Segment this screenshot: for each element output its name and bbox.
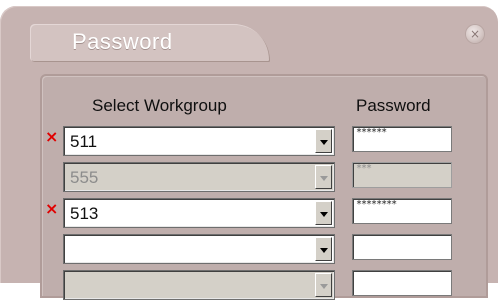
- password-field: ***: [352, 162, 452, 188]
- workgroup-row: [0, 270, 502, 300]
- close-button[interactable]: ×: [466, 25, 484, 43]
- password-mask: ******: [356, 127, 387, 138]
- dialog-title: Password: [72, 29, 173, 54]
- dropdown-arrow-icon[interactable]: [315, 273, 332, 297]
- workgroup-select[interactable]: [63, 270, 335, 300]
- dropdown-arrow-icon[interactable]: [315, 129, 332, 153]
- workgroup-row: × 511 ******: [0, 126, 502, 156]
- workgroup-select[interactable]: 511: [63, 126, 335, 156]
- workgroup-row: 555 ***: [0, 162, 502, 192]
- password-mask: ***: [356, 163, 372, 174]
- password-field[interactable]: [352, 270, 452, 296]
- password-field[interactable]: [352, 234, 452, 260]
- error-x-icon: [45, 274, 59, 288]
- password-header: Password: [356, 96, 431, 115]
- workgroup-select[interactable]: [63, 234, 335, 264]
- workgroup-value: 511: [70, 132, 98, 151]
- password-field[interactable]: ******: [352, 126, 452, 152]
- dropdown-arrow-icon: [315, 165, 332, 189]
- select-workgroup-header: Select Workgroup: [92, 96, 227, 115]
- close-icon: ×: [469, 27, 481, 41]
- password-mask: ********: [356, 199, 397, 210]
- workgroup-select[interactable]: 513: [63, 198, 335, 228]
- workgroup-row: [0, 234, 502, 264]
- dropdown-arrow-icon[interactable]: [315, 201, 332, 225]
- password-field[interactable]: ********: [352, 198, 452, 224]
- error-x-icon: [45, 238, 59, 252]
- workgroup-value: 513: [70, 204, 99, 223]
- workgroup-row: × 513 ********: [0, 198, 502, 228]
- error-x-icon: [45, 166, 59, 180]
- workgroup-value: 555: [70, 168, 99, 187]
- dropdown-arrow-icon[interactable]: [315, 237, 332, 261]
- error-x-icon: ×: [45, 199, 59, 218]
- workgroup-select: 555: [63, 162, 335, 192]
- error-x-icon: ×: [45, 127, 59, 146]
